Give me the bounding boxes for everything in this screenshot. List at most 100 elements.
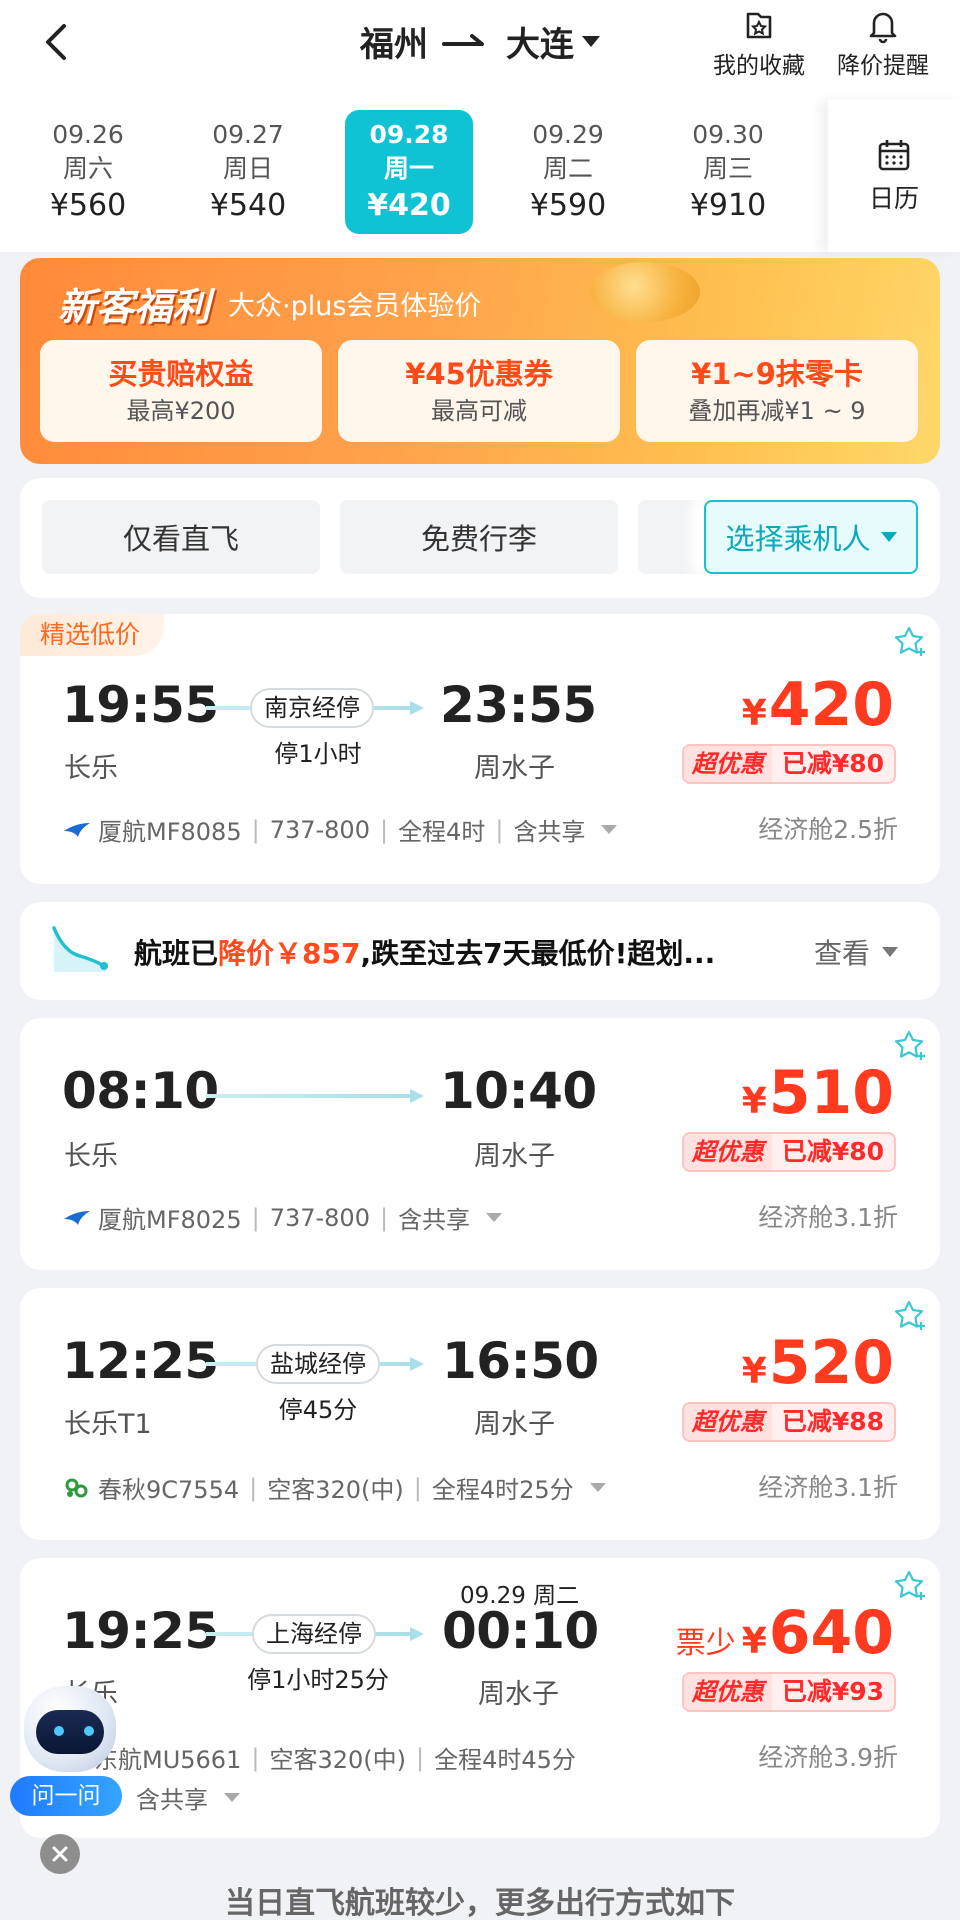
chevron-down-icon bbox=[224, 1793, 240, 1802]
departure-time: 08:10 bbox=[62, 1062, 219, 1120]
weekday-label: 周二 bbox=[542, 154, 593, 183]
price-value: 640 bbox=[768, 1598, 894, 1668]
price-value: 520 bbox=[768, 1328, 894, 1398]
chevron-down-icon bbox=[880, 532, 897, 542]
stopover-pill: 南京经停 bbox=[250, 688, 374, 728]
flight-card[interactable]: 08:10 长乐 10:40 周水子 ¥ 510 超优惠 已减¥80 厦航MF8… bbox=[20, 1018, 940, 1270]
discount-label: 超优惠 bbox=[683, 1404, 772, 1440]
airline-flight-number: 厦航MF8085 bbox=[98, 818, 242, 846]
cabin-discount: 经济舱3.9折 bbox=[758, 1743, 898, 1772]
favorites-label: 我的收藏 bbox=[713, 53, 805, 79]
star-add-icon[interactable] bbox=[892, 1028, 928, 1064]
date-label: 09.26 bbox=[52, 120, 124, 149]
select-passenger-button[interactable]: 选择乘机人 bbox=[704, 500, 918, 574]
departure-airport: 长乐 bbox=[64, 753, 118, 784]
discount-tag: 超优惠 已减¥88 bbox=[681, 1402, 896, 1442]
bottom-note: 当日直飞航班较少，更多出行方式如下 bbox=[225, 1886, 735, 1920]
route-selector[interactable]: 福州 大连 bbox=[360, 16, 600, 66]
calendar-button[interactable]: 日历 bbox=[828, 100, 960, 252]
airline-flight-number: 春秋9C7554 bbox=[98, 1476, 240, 1504]
origin-city: 福州 bbox=[360, 24, 428, 65]
date-item[interactable]: 09.30 周三 ¥910 bbox=[664, 110, 792, 234]
price-drop-view-button[interactable]: 查看 bbox=[814, 932, 898, 972]
aircraft-type: 737-800 bbox=[269, 1203, 370, 1232]
price-alert-button[interactable]: 降价提醒 bbox=[828, 4, 938, 80]
date-item-selected[interactable]: 09.28 周一 ¥420 bbox=[345, 110, 473, 234]
price-value: 510 bbox=[768, 1058, 894, 1128]
assistant-widget[interactable]: 问一问 bbox=[10, 1686, 122, 1816]
date-item[interactable]: 09.26 周六 ¥560 bbox=[24, 110, 152, 234]
flight-card[interactable]: 12:25 长乐T1 盐城经停 停45分 16:50 周水子 ¥ 520 超优惠… bbox=[20, 1288, 940, 1540]
departure-time: 19:55 bbox=[62, 676, 219, 734]
discount-amount: 已减¥93 bbox=[771, 1674, 894, 1710]
free-baggage-filter[interactable]: 免费行李 bbox=[340, 500, 618, 574]
price-drop-amount: 降价￥857 bbox=[218, 937, 361, 970]
star-add-icon[interactable] bbox=[892, 624, 928, 660]
filter-bar: 仅看直飞 免费行李 选择乘机人 bbox=[20, 478, 940, 598]
discount-label: 超优惠 bbox=[683, 1674, 772, 1710]
discount-amount: 已减¥80 bbox=[771, 1134, 894, 1170]
favorites-button[interactable]: 我的收藏 bbox=[704, 4, 814, 80]
cabin-discount: 经济舱3.1折 bbox=[758, 1473, 898, 1502]
currency-symbol: ¥ bbox=[741, 1351, 767, 1392]
flight-price: ¥ 510 bbox=[742, 1058, 894, 1128]
date-item[interactable]: 09.29 周二 ¥590 bbox=[504, 110, 632, 234]
flight-card[interactable]: 精选低价 19:55 长乐 南京经停 停1小时 23:55 周水子 ¥ 420 … bbox=[20, 614, 940, 884]
flight-price: ¥ 520 bbox=[742, 1328, 894, 1398]
codeshare-label: 含共享 bbox=[398, 1206, 471, 1234]
direct-only-filter[interactable]: 仅看直飞 bbox=[42, 500, 320, 574]
arrival-airport: 周水子 bbox=[474, 1141, 555, 1172]
promo-card-subtitle: 最高¥200 bbox=[126, 397, 236, 425]
date-price: ¥540 bbox=[209, 188, 287, 223]
promo-card-title: ¥1~9抹零卡 bbox=[691, 357, 863, 391]
total-duration: 全程4时 bbox=[398, 818, 486, 846]
promo-card[interactable]: 买贵赔权益 最高¥200 bbox=[40, 340, 322, 442]
promo-card-title: ¥45优惠券 bbox=[405, 357, 553, 391]
flight-details[interactable]: 厦航MF8085 | 737-800 | 全程4时 | 含共享 bbox=[62, 812, 618, 847]
promo-banner[interactable]: 新客福利 大众·plus会员体验价 买贵赔权益 最高¥200 ¥45优惠券 最高… bbox=[20, 258, 940, 464]
xiamen-airlines-logo-icon bbox=[64, 822, 90, 837]
date-label: 09.29 bbox=[532, 120, 604, 149]
destination-city: 大连 bbox=[506, 24, 574, 65]
ask-button[interactable]: 问一问 bbox=[10, 1776, 122, 1816]
stopover-pill: 盐城经停 bbox=[256, 1344, 380, 1384]
date-item[interactable]: 09.27 周日 ¥540 bbox=[184, 110, 312, 234]
promo-card[interactable]: ¥45优惠券 最高可减 bbox=[338, 340, 620, 442]
flight-details[interactable]: 春秋9C7554 | 空客320(中) | 全程4时25分 bbox=[62, 1470, 606, 1505]
departure-airport: 长乐 bbox=[64, 1141, 118, 1172]
arrival-airport: 周水子 bbox=[474, 753, 555, 784]
date-label: 09.27 bbox=[212, 120, 284, 149]
spring-airlines-logo-icon bbox=[65, 1478, 88, 1497]
route-arrow-icon bbox=[442, 34, 484, 46]
promo-card-subtitle: 叠加再减¥1 ~ 9 bbox=[688, 397, 866, 425]
price-alert-label: 降价提醒 bbox=[837, 53, 929, 79]
chevron-down-icon bbox=[486, 1213, 503, 1222]
currency-symbol: ¥ bbox=[741, 1081, 767, 1122]
stopover-pill: 上海经停 bbox=[252, 1614, 376, 1654]
close-assistant-button[interactable] bbox=[40, 1834, 80, 1874]
aircraft-type: 空客320(中) bbox=[267, 1476, 404, 1504]
codeshare-label: 含共享 bbox=[513, 818, 586, 846]
discount-label: 超优惠 bbox=[683, 746, 772, 782]
flight-details-more[interactable]: 含共享 bbox=[136, 1780, 240, 1815]
flight-card[interactable]: 09.29 周二 19:25 长乐 上海经停 停1小时25分 00:10 周水子… bbox=[20, 1558, 940, 1838]
close-icon bbox=[52, 1846, 68, 1862]
discount-tag: 超优惠 已减¥93 bbox=[681, 1672, 896, 1712]
back-button[interactable] bbox=[36, 20, 80, 64]
arrival-time: 00:10 bbox=[442, 1602, 599, 1660]
star-add-icon[interactable] bbox=[892, 1568, 928, 1604]
back-arrow-icon bbox=[46, 24, 66, 60]
low-stock-label: 票少 bbox=[675, 1626, 736, 1661]
promo-card[interactable]: ¥1~9抹零卡 叠加再减¥1 ~ 9 bbox=[636, 340, 918, 442]
price-drop-banner[interactable]: 航班已降价￥857,跌至过去7天最低价!超划... 查看 bbox=[20, 902, 940, 1000]
flight-details[interactable]: 东航MU5661 | 空客320(中) | 全程4时45分 bbox=[94, 1740, 576, 1775]
cabin-discount: 经济舱2.5折 bbox=[758, 815, 898, 844]
low-price-badge: 精选低价 bbox=[20, 614, 165, 656]
total-duration: 全程4时25分 bbox=[431, 1476, 574, 1504]
price-drop-suffix: ,跌至过去7天最低价!超划... bbox=[360, 937, 716, 970]
flight-details[interactable]: 厦航MF8025 | 737-800 | 含共享 bbox=[62, 1200, 503, 1235]
star-add-icon[interactable] bbox=[892, 1298, 928, 1334]
promo-card-title: 买贵赔权益 bbox=[108, 357, 254, 391]
cabin-discount: 经济舱3.1折 bbox=[758, 1203, 898, 1232]
discount-amount: 已减¥80 bbox=[771, 746, 894, 782]
